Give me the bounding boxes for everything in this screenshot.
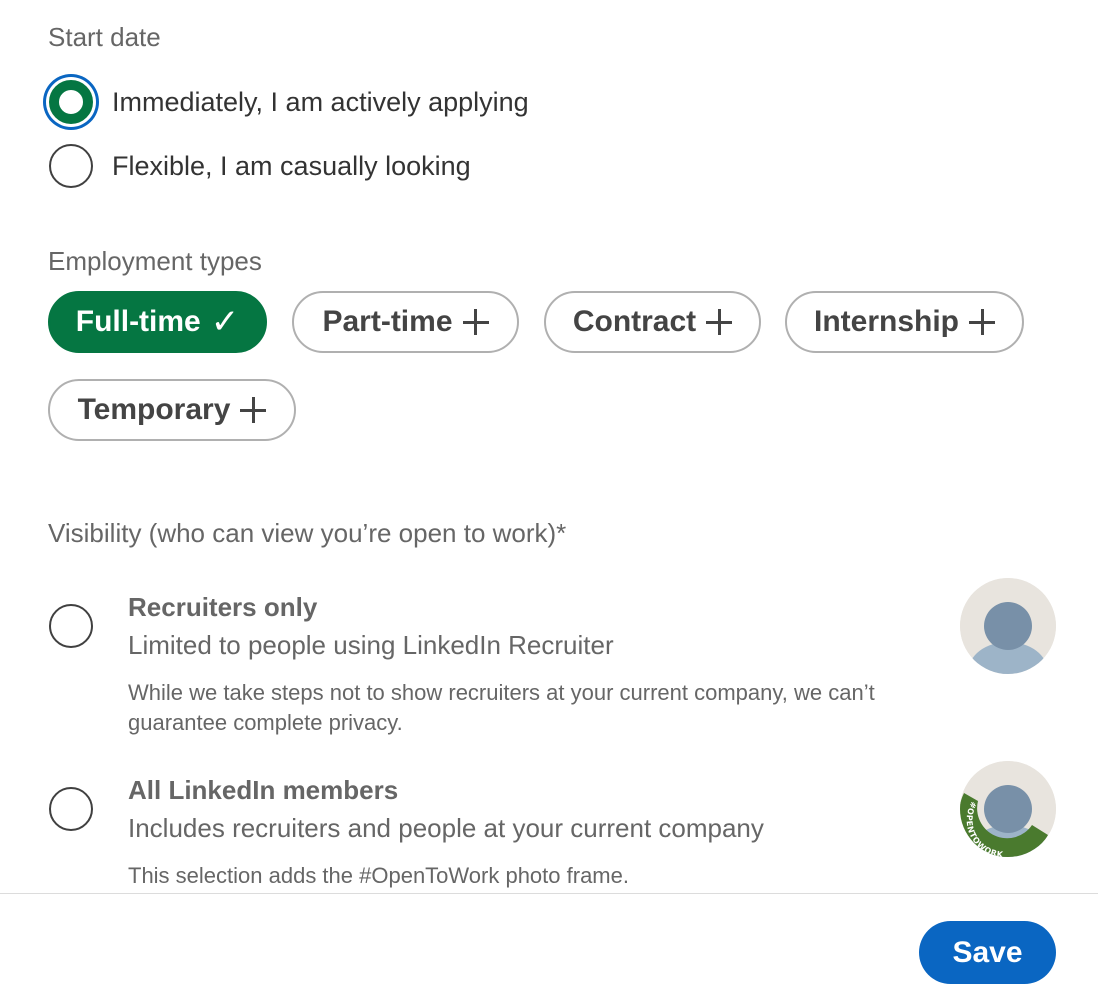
all-members-subtitle: Includes recruiters and people at your c… — [128, 813, 764, 843]
plus-icon — [240, 397, 267, 423]
radio-recruiters-only[interactable] — [49, 604, 93, 648]
radio-immediately-label[interactable]: Immediately, I am actively applying — [112, 89, 529, 116]
radio-all-members[interactable] — [49, 787, 93, 831]
plus-icon — [706, 309, 733, 335]
all-members-note: This selection adds the #OpenToWork phot… — [128, 863, 629, 888]
pill-contract-label: Contract — [572, 305, 697, 338]
recruiters-only-title[interactable]: Recruiters only — [128, 594, 317, 620]
employment-types-label: Employment types — [48, 246, 262, 276]
person-icon — [960, 578, 1056, 674]
radio-immediately[interactable] — [49, 80, 93, 124]
avatar-opentowork-frame: #OPENTOWORK — [960, 761, 1056, 857]
recruiters-only-note: While we take steps not to show recruite… — [128, 680, 875, 735]
avatar-placeholder — [960, 578, 1056, 674]
plus-icon — [462, 309, 489, 335]
save-button[interactable]: Save — [919, 921, 1056, 984]
radio-flexible-label[interactable]: Flexible, I am casually looking — [112, 153, 471, 180]
pill-part-time[interactable]: Part-time — [292, 291, 519, 353]
pill-temporary-label: Temporary — [77, 393, 231, 426]
visibility-label: Visibility (who can view you’re open to … — [48, 518, 567, 548]
check-icon: ✓ — [210, 303, 240, 341]
pill-full-time-label: Full-time — [75, 305, 201, 338]
pill-temporary[interactable]: Temporary — [48, 379, 296, 441]
footer-divider — [0, 893, 1098, 894]
start-date-label: Start date — [48, 22, 161, 52]
recruiters-only-subtitle: Limited to people using LinkedIn Recruit… — [128, 630, 614, 660]
plus-icon — [969, 309, 995, 335]
all-members-title[interactable]: All LinkedIn members — [128, 777, 398, 803]
pill-internship-label: Internship — [813, 305, 959, 338]
pill-part-time-label: Part-time — [322, 305, 453, 338]
radio-flexible[interactable] — [49, 144, 93, 188]
pill-full-time[interactable]: Full-time ✓ — [48, 291, 267, 353]
pill-internship[interactable]: Internship — [785, 291, 1024, 353]
pill-contract[interactable]: Contract — [544, 291, 761, 353]
opentowork-frame-icon: #OPENTOWORK — [960, 761, 1056, 857]
